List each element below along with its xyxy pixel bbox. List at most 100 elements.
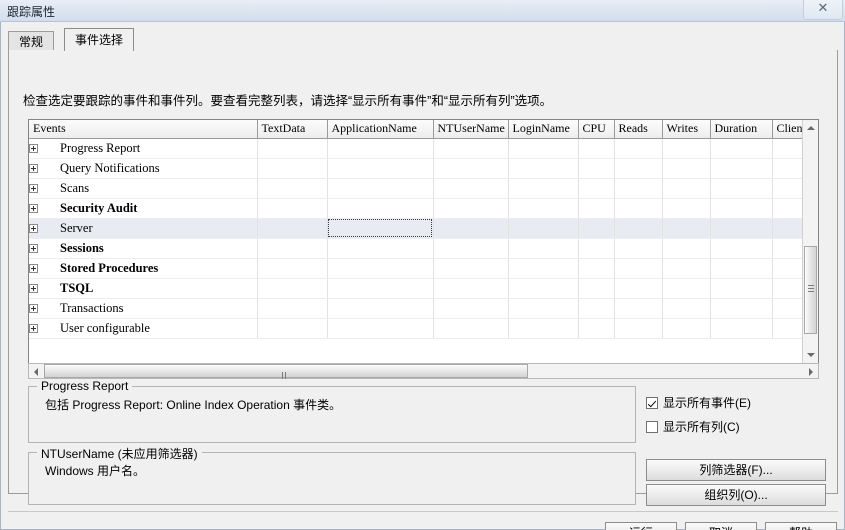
event-column-cell[interactable]	[508, 138, 579, 159]
event-column-cell[interactable]	[772, 278, 803, 299]
event-column-cell[interactable]	[710, 178, 773, 199]
event-column-cell[interactable]	[662, 218, 711, 239]
event-category-cell[interactable]: Stored Procedures	[29, 258, 258, 279]
expand-plus-icon[interactable]	[29, 163, 38, 173]
event-column-cell[interactable]	[578, 318, 615, 339]
expand-plus-icon[interactable]	[29, 323, 38, 333]
event-column-cell[interactable]	[433, 238, 509, 259]
event-column-cell[interactable]	[662, 238, 711, 259]
event-column-cell[interactable]	[327, 238, 434, 259]
event-column-cell[interactable]	[327, 278, 434, 299]
event-column-cell[interactable]	[433, 298, 509, 319]
table-row[interactable]: Transactions	[29, 298, 803, 319]
table-row[interactable]: User configurable	[29, 318, 803, 339]
column-header-cpu[interactable]: CPU	[578, 120, 615, 139]
event-category-cell[interactable]: TSQL	[29, 278, 258, 299]
event-column-cell[interactable]	[710, 298, 773, 319]
scroll-left-button[interactable]	[29, 364, 44, 378]
event-column-cell[interactable]	[772, 238, 803, 259]
expand-plus-icon[interactable]	[29, 223, 38, 233]
event-category-cell[interactable]: Sessions	[29, 238, 258, 259]
event-column-cell[interactable]	[327, 198, 434, 219]
event-column-cell[interactable]	[710, 238, 773, 259]
event-column-cell[interactable]	[662, 198, 711, 219]
event-column-cell[interactable]	[508, 298, 579, 319]
event-column-cell[interactable]	[257, 318, 328, 339]
event-column-cell[interactable]	[327, 138, 434, 159]
event-column-cell[interactable]	[662, 318, 711, 339]
grid-vertical-scrollbar[interactable]	[802, 120, 818, 363]
event-column-cell[interactable]	[433, 278, 509, 299]
event-column-cell[interactable]	[257, 298, 328, 319]
event-column-cell[interactable]	[257, 278, 328, 299]
event-column-cell[interactable]	[772, 298, 803, 319]
event-column-cell[interactable]	[327, 298, 434, 319]
event-column-cell[interactable]	[257, 158, 328, 179]
column-header-reads[interactable]: Reads	[614, 120, 663, 139]
event-category-cell[interactable]: Server	[29, 218, 258, 239]
table-row[interactable]: Sessions	[29, 238, 803, 259]
event-column-cell[interactable]	[508, 198, 579, 219]
help-button[interactable]: 帮助	[765, 522, 837, 530]
table-row[interactable]: Server	[29, 218, 803, 239]
event-column-cell[interactable]	[578, 218, 615, 239]
event-column-cell[interactable]	[710, 318, 773, 339]
event-column-cell[interactable]	[614, 298, 663, 319]
event-column-cell[interactable]	[578, 138, 615, 159]
scroll-down-button[interactable]	[803, 347, 818, 363]
event-category-cell[interactable]: User configurable	[29, 318, 258, 339]
event-column-cell[interactable]	[508, 238, 579, 259]
event-column-cell[interactable]	[772, 158, 803, 179]
organize-columns-button[interactable]: 组织列(O)...	[646, 484, 826, 506]
table-row[interactable]: TSQL	[29, 278, 803, 299]
event-column-cell[interactable]	[772, 138, 803, 159]
event-column-cell[interactable]	[578, 198, 615, 219]
event-column-cell[interactable]	[772, 318, 803, 339]
event-column-cell[interactable]	[614, 198, 663, 219]
event-column-cell[interactable]	[662, 258, 711, 279]
event-category-cell[interactable]: Query Notifications	[29, 158, 258, 179]
grid-horizontal-scrollbar[interactable]	[28, 363, 819, 393]
event-column-cell[interactable]	[327, 178, 434, 199]
event-column-cell[interactable]	[433, 318, 509, 339]
event-column-cell[interactable]	[772, 198, 803, 219]
scroll-up-button[interactable]	[803, 120, 818, 136]
event-column-cell[interactable]	[508, 178, 579, 199]
event-column-cell[interactable]	[257, 218, 328, 239]
event-column-cell[interactable]	[710, 138, 773, 159]
event-column-cell[interactable]	[433, 218, 509, 239]
expand-plus-icon[interactable]	[29, 263, 38, 273]
event-category-cell[interactable]: Transactions	[29, 298, 258, 319]
event-column-cell[interactable]	[662, 278, 711, 299]
event-category-cell[interactable]: Scans	[29, 178, 258, 199]
column-header-applicationname[interactable]: ApplicationName	[327, 120, 434, 139]
expand-plus-icon[interactable]	[29, 283, 38, 293]
horizontal-scroll-thumb[interactable]	[44, 364, 528, 393]
event-column-cell[interactable]	[508, 318, 579, 339]
event-column-cell[interactable]	[578, 178, 615, 199]
event-column-cell[interactable]	[327, 158, 434, 179]
table-row[interactable]: Stored Procedures	[29, 258, 803, 279]
column-header-clientp[interactable]: ClientP	[772, 120, 803, 139]
event-column-cell[interactable]	[662, 178, 711, 199]
event-column-cell[interactable]	[614, 138, 663, 159]
column-header-events[interactable]: Events	[29, 120, 258, 139]
event-column-cell[interactable]	[508, 158, 579, 179]
event-column-cell[interactable]	[433, 138, 509, 159]
event-column-cell[interactable]	[710, 258, 773, 279]
event-column-cell[interactable]	[614, 258, 663, 279]
event-column-cell[interactable]	[710, 218, 773, 239]
event-column-cell[interactable]	[614, 278, 663, 299]
table-row[interactable]: Scans	[29, 178, 803, 199]
column-header-ntusername[interactable]: NTUserName	[433, 120, 509, 139]
column-header-writes[interactable]: Writes	[662, 120, 711, 139]
event-column-cell[interactable]	[257, 138, 328, 159]
event-column-cell[interactable]	[433, 258, 509, 279]
run-button[interactable]: 运行	[605, 522, 677, 530]
event-column-cell[interactable]	[578, 258, 615, 279]
column-header-duration[interactable]: Duration	[710, 120, 773, 139]
close-button[interactable]: ✕	[803, 0, 843, 20]
column-header-textdata[interactable]: TextData	[257, 120, 328, 139]
table-row[interactable]: Query Notifications	[29, 158, 803, 179]
event-column-cell[interactable]	[508, 278, 579, 299]
